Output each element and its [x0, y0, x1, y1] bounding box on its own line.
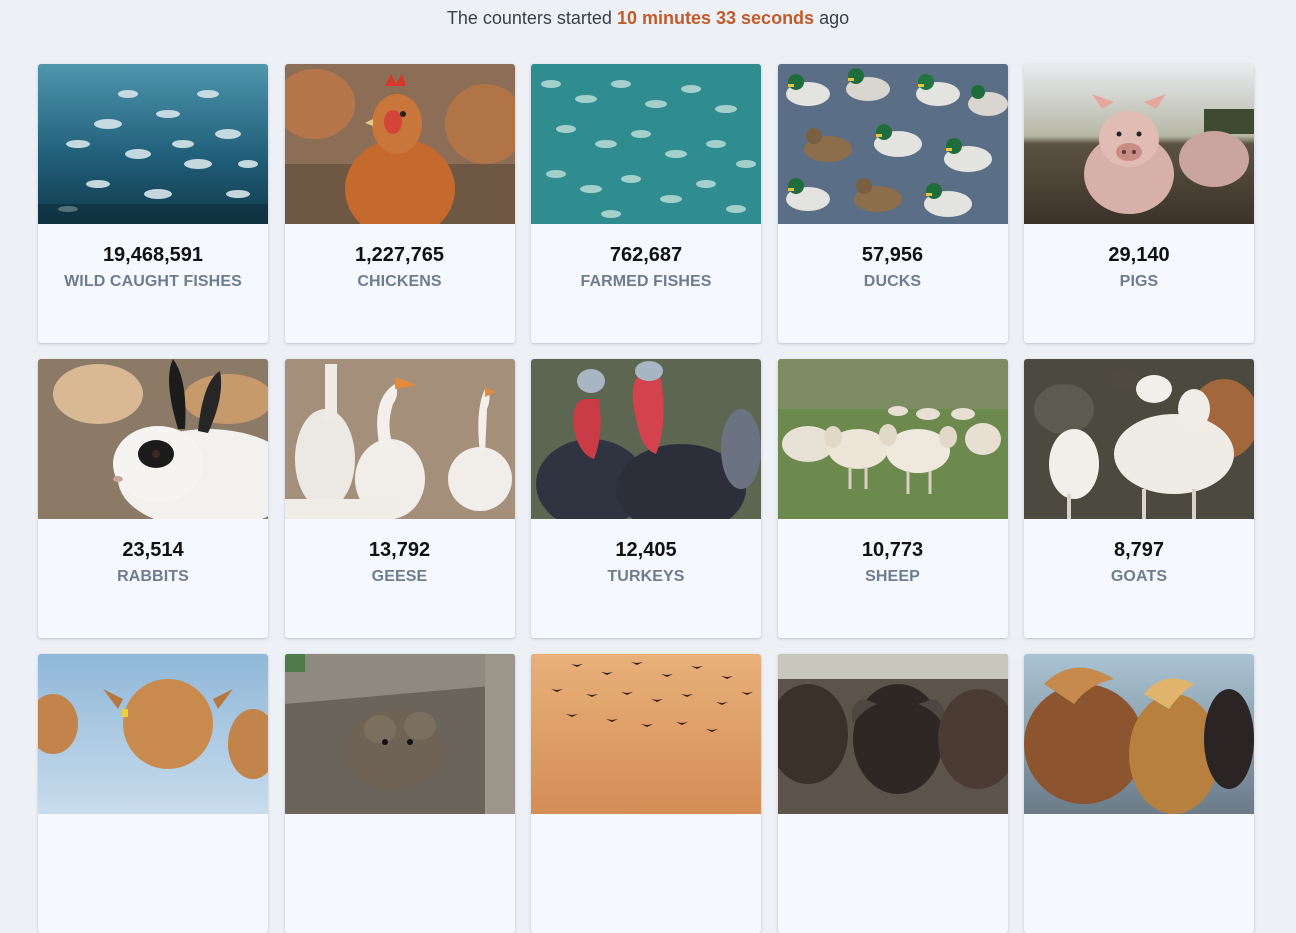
- card-chickens: 1,227,765 CHICKENS: [284, 64, 515, 343]
- sheep-photo: [777, 359, 1008, 519]
- goats-photo: [1024, 359, 1254, 519]
- card-rabbits: 23,514 RABBITS: [38, 359, 268, 638]
- turkeys-photo: [531, 359, 761, 519]
- chickens-photo: [284, 64, 515, 224]
- card-count: 762,687: [609, 244, 683, 266]
- rabbits-photo: [38, 359, 268, 519]
- card-buffaloes: [777, 654, 1008, 933]
- card-label: PIGS: [1119, 273, 1159, 290]
- card-count: 12,405: [615, 539, 677, 561]
- pigs-photo: [1024, 64, 1254, 224]
- card-count: 13,792: [368, 539, 431, 561]
- header-suffix: ago: [819, 8, 850, 28]
- card-label: DUCKS: [863, 273, 922, 290]
- card-label: SHEEP: [865, 568, 920, 585]
- card-label: GEESE: [371, 568, 428, 585]
- card-label: TURKEYS: [607, 568, 685, 585]
- card-count: 19,468,591: [102, 244, 204, 266]
- card-cows: [38, 654, 268, 933]
- header-minutes: 10 minutes: [616, 8, 711, 28]
- ducks-photo: [777, 64, 1008, 224]
- header-prefix: The counters started: [446, 8, 612, 28]
- card-pigs: 29,140 PIGS: [1024, 64, 1254, 343]
- birds-photo: [531, 654, 761, 814]
- buffaloes-photo: [777, 654, 1008, 814]
- card-sheep: 10,773 SHEEP: [777, 359, 1008, 638]
- card-count: 10,773: [861, 539, 924, 561]
- card-count: 8,797: [1113, 539, 1165, 561]
- card-count: [285, 833, 515, 857]
- card-label: CHICKENS: [357, 273, 442, 290]
- card-count: [778, 833, 1008, 857]
- card-birds: [531, 654, 761, 933]
- card-count: 23,514: [122, 539, 184, 561]
- card-geese: 13,792 GEESE: [284, 359, 515, 638]
- animal-counter-grid: 19,468,591 WILD CAUGHT FISHES 1,227,765 …: [38, 64, 1254, 933]
- counter-started-banner: The counters started 10 minutes 33 secon…: [0, 0, 1296, 36]
- card-label: GOATS: [1110, 568, 1168, 585]
- card-label: FARMED FISHES: [580, 273, 712, 290]
- card-turkeys: 12,405 TURKEYS: [531, 359, 761, 638]
- card-count: 1,227,765: [355, 244, 444, 266]
- farmed-fishes-photo: [531, 64, 761, 224]
- card-ducks: 57,956 DUCKS: [777, 64, 1008, 343]
- card-count: [531, 833, 761, 857]
- card-horses: [1024, 654, 1254, 933]
- card-rats: [284, 654, 515, 933]
- card-count: 57,956: [861, 244, 924, 266]
- card-label: RABBITS: [117, 568, 189, 585]
- wild-caught-fishes-photo: [38, 64, 268, 224]
- card-label: WILD CAUGHT FISHES: [64, 273, 242, 290]
- card-count: [1024, 833, 1254, 857]
- card-count: 29,140: [1108, 244, 1170, 266]
- card-farmed-fishes: 762,687 FARMED FISHES: [531, 64, 761, 343]
- cows-photo: [38, 654, 268, 814]
- card-count: [38, 833, 268, 857]
- rats-photo: [284, 654, 515, 814]
- horses-photo: [1024, 654, 1254, 814]
- card-wild-caught-fishes: 19,468,591 WILD CAUGHT FISHES: [38, 64, 268, 343]
- card-goats: 8,797 GOATS: [1024, 359, 1254, 638]
- geese-photo: [284, 359, 515, 519]
- header-seconds: 33 seconds: [716, 8, 815, 28]
